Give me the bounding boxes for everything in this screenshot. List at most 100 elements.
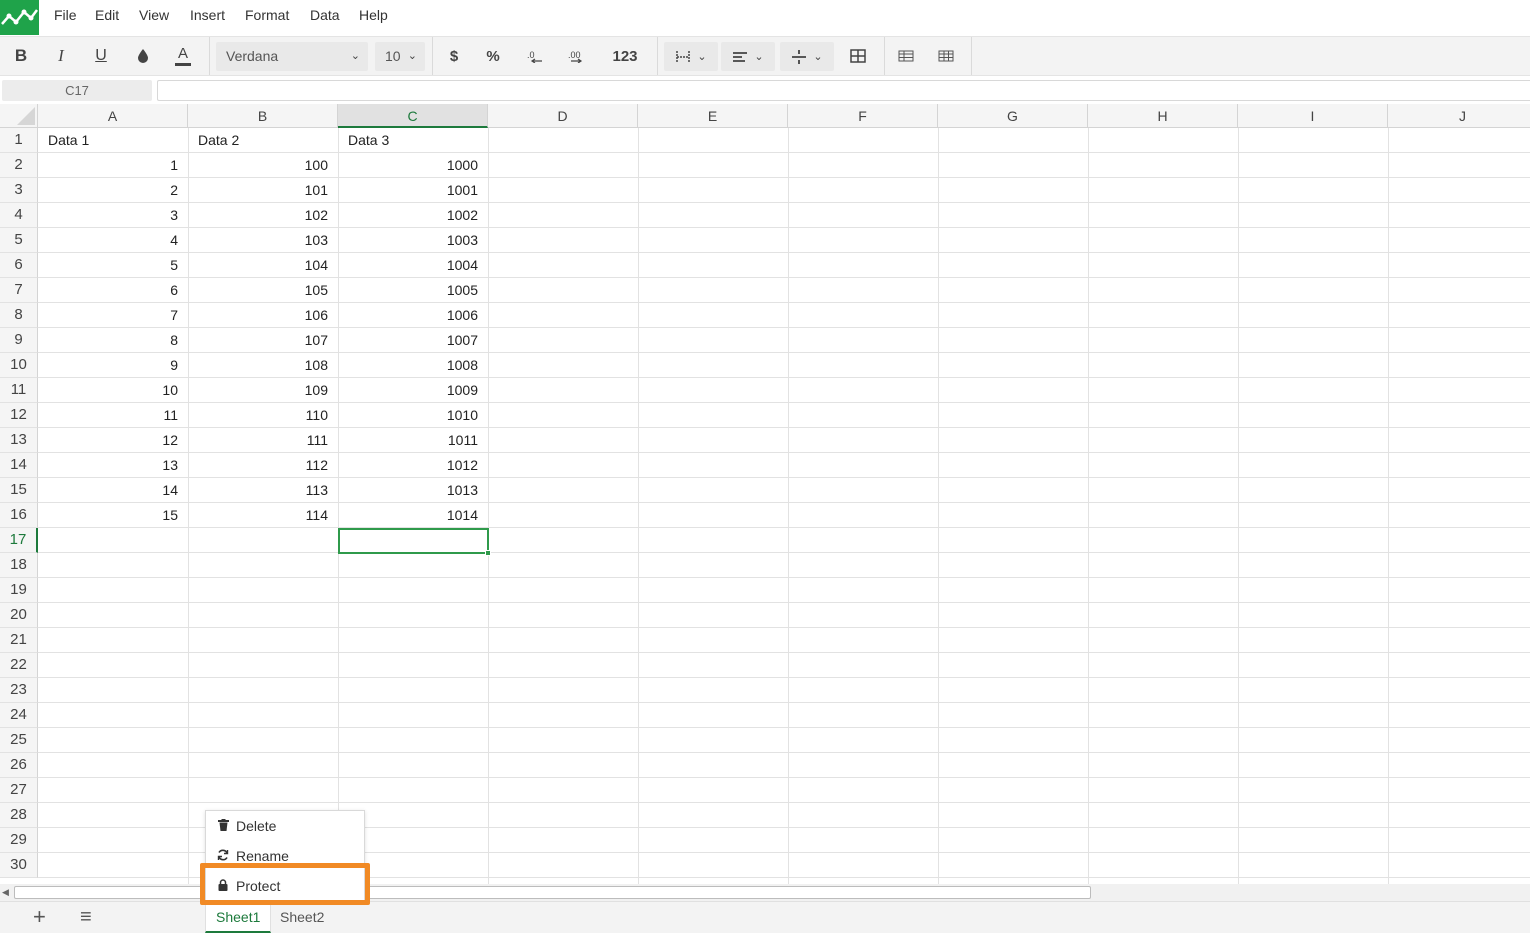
formula-input[interactable] (157, 80, 1530, 101)
align-button[interactable]: ⌄ (721, 42, 775, 71)
data-cell[interactable]: 1001 (338, 178, 488, 203)
row-header[interactable]: 11 (0, 378, 38, 403)
row-header[interactable]: 26 (0, 753, 38, 778)
header-cell[interactable]: Data 1 (38, 128, 188, 153)
data-cell[interactable]: 1 (38, 153, 188, 178)
data-cell[interactable]: 4 (38, 228, 188, 253)
data-cell[interactable]: 105 (188, 278, 338, 303)
row-header[interactable]: 9 (0, 328, 38, 353)
menu-file[interactable]: File (54, 7, 77, 23)
menu-help[interactable]: Help (359, 7, 388, 23)
currency-icon[interactable]: $ (442, 37, 466, 75)
scrollbar-thumb[interactable] (14, 886, 1091, 899)
data-cell[interactable]: 14 (38, 478, 188, 503)
data-cell[interactable]: 106 (188, 303, 338, 328)
sheet-list-icon[interactable]: ≡ (80, 906, 92, 929)
column-header[interactable]: D (488, 104, 638, 128)
column-header[interactable]: I (1238, 104, 1388, 128)
data-cell[interactable]: 6 (38, 278, 188, 303)
row-header[interactable]: 15 (0, 478, 38, 503)
freeze-columns-icon[interactable] (933, 37, 959, 75)
row-header[interactable]: 18 (0, 553, 38, 578)
fill-color-icon[interactable] (130, 37, 156, 75)
row-header[interactable]: 13 (0, 428, 38, 453)
menu-insert[interactable]: Insert (190, 7, 225, 23)
data-cell[interactable]: 1014 (338, 503, 488, 528)
data-cell[interactable]: 113 (188, 478, 338, 503)
text-color-icon[interactable]: A (170, 37, 196, 75)
data-cell[interactable]: 1005 (338, 278, 488, 303)
data-cell[interactable]: 1007 (338, 328, 488, 353)
sheet-tab-sheet2[interactable]: Sheet2 (270, 902, 334, 933)
column-header[interactable]: G (938, 104, 1088, 128)
row-header[interactable]: 5 (0, 228, 38, 253)
row-header[interactable]: 6 (0, 253, 38, 278)
freeze-rows-icon[interactable] (893, 37, 919, 75)
menu-data[interactable]: Data (310, 7, 340, 23)
cell-reference[interactable]: C17 (2, 80, 152, 101)
number-format-icon[interactable]: 123 (606, 37, 644, 75)
row-header[interactable]: 29 (0, 828, 38, 853)
row-header[interactable]: 22 (0, 653, 38, 678)
menu-edit[interactable]: Edit (95, 7, 119, 23)
data-cell[interactable]: 1010 (338, 403, 488, 428)
data-cell[interactable]: 11 (38, 403, 188, 428)
row-header[interactable]: 23 (0, 678, 38, 703)
data-cell[interactable]: 108 (188, 353, 338, 378)
data-cell[interactable]: 12 (38, 428, 188, 453)
column-header[interactable]: E (638, 104, 788, 128)
data-cell[interactable]: 13 (38, 453, 188, 478)
percent-icon[interactable]: % (480, 37, 506, 75)
data-cell[interactable]: 103 (188, 228, 338, 253)
row-header[interactable]: 10 (0, 353, 38, 378)
data-cell[interactable]: 102 (188, 203, 338, 228)
menu-format[interactable]: Format (245, 7, 289, 23)
data-cell[interactable]: 114 (188, 503, 338, 528)
fill-handle[interactable] (485, 550, 491, 556)
data-cell[interactable]: 8 (38, 328, 188, 353)
sheet-tab-sheet1[interactable]: Sheet1 (205, 902, 272, 933)
data-cell[interactable]: 100 (188, 153, 338, 178)
row-header[interactable]: 30 (0, 853, 38, 878)
data-cell[interactable]: 109 (188, 378, 338, 403)
data-cell[interactable]: 107 (188, 328, 338, 353)
data-cell[interactable]: 1002 (338, 203, 488, 228)
column-header[interactable]: C (338, 104, 488, 128)
selected-cell[interactable] (338, 528, 491, 556)
data-cell[interactable]: 112 (188, 453, 338, 478)
data-cell[interactable]: 1006 (338, 303, 488, 328)
column-header[interactable]: H (1088, 104, 1238, 128)
data-cell[interactable]: 1013 (338, 478, 488, 503)
data-cell[interactable]: 104 (188, 253, 338, 278)
row-header[interactable]: 12 (0, 403, 38, 428)
row-header[interactable]: 25 (0, 728, 38, 753)
row-header[interactable]: 28 (0, 803, 38, 828)
row-header[interactable]: 1 (0, 128, 38, 153)
decrease-decimal-icon[interactable]: .0 (522, 37, 548, 75)
data-cell[interactable]: 1003 (338, 228, 488, 253)
data-cell[interactable]: 110 (188, 403, 338, 428)
data-cell[interactable]: 3 (38, 203, 188, 228)
data-cell[interactable]: 7 (38, 303, 188, 328)
data-cell[interactable]: 5 (38, 253, 188, 278)
data-cell[interactable]: 1012 (338, 453, 488, 478)
row-header[interactable]: 7 (0, 278, 38, 303)
data-cell[interactable]: 1008 (338, 353, 488, 378)
data-cell[interactable]: 111 (188, 428, 338, 453)
row-header[interactable]: 2 (0, 153, 38, 178)
row-header[interactable]: 14 (0, 453, 38, 478)
row-header[interactable]: 19 (0, 578, 38, 603)
data-cell[interactable]: 1004 (338, 253, 488, 278)
column-header[interactable]: J (1388, 104, 1530, 128)
data-cell[interactable]: 2 (38, 178, 188, 203)
select-all-corner[interactable] (0, 104, 38, 128)
vertical-align-button[interactable]: ⌄ (780, 42, 834, 71)
merge-cells-icon[interactable] (845, 37, 871, 75)
scroll-left-icon[interactable]: ◀ (2, 887, 9, 898)
header-cell[interactable]: Data 3 (338, 128, 488, 153)
spreadsheet-grid[interactable]: ABCDEFGHIJ 1 2 3 4 5 6 7 8 9 10 11 12 13 14 15 16 17 18 19… (0, 104, 1530, 884)
column-header[interactable]: B (188, 104, 338, 128)
row-header[interactable]: 20 (0, 603, 38, 628)
header-cell[interactable]: Data 2 (188, 128, 338, 153)
row-header[interactable]: 17 (0, 528, 38, 553)
